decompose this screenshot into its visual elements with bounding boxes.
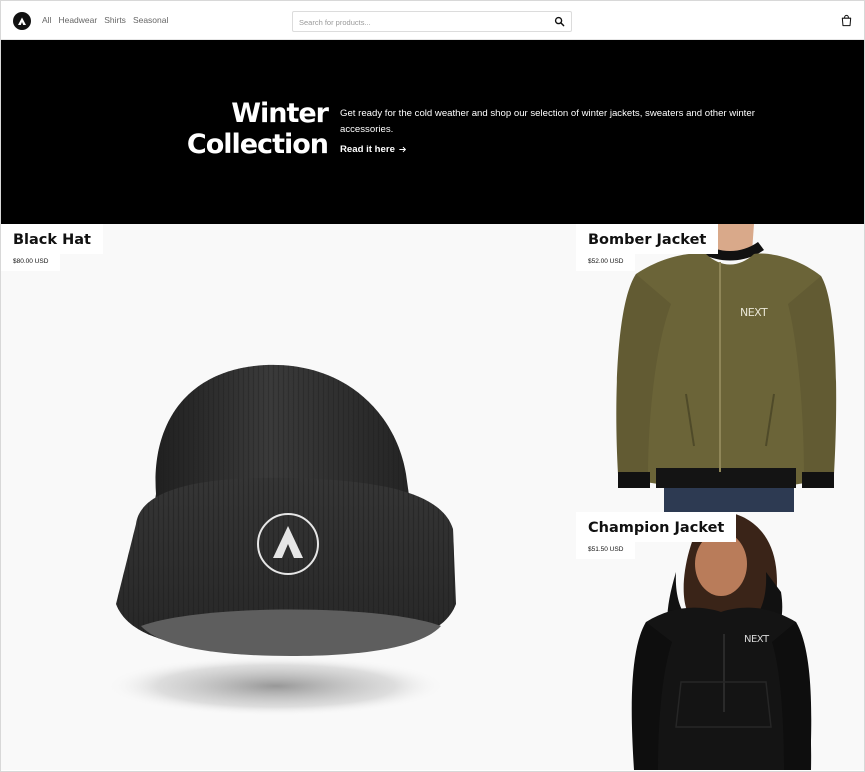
product-price: $52.00 USD bbox=[576, 254, 636, 271]
hero-description: Get ready for the cold weather and shop … bbox=[340, 108, 755, 135]
product-label-bomber-jacket: Bomber Jacket $52.00 USD bbox=[576, 224, 719, 271]
product-price: $80.00 USD bbox=[1, 254, 61, 271]
cart-icon[interactable] bbox=[840, 14, 853, 27]
hero-title-line1: Winter bbox=[231, 98, 329, 129]
search-icon[interactable] bbox=[554, 16, 565, 27]
svg-text:NEXT: NEXT bbox=[744, 634, 770, 645]
product-name: Black Hat bbox=[1, 224, 103, 254]
svg-text:NEXT: NEXT bbox=[740, 306, 768, 319]
product-price: $51.50 USD bbox=[576, 542, 636, 559]
nav-item-shirts[interactable]: Shirts bbox=[104, 15, 126, 25]
search-box bbox=[292, 11, 572, 32]
store-logo-icon[interactable] bbox=[13, 12, 31, 30]
product-card-bomber-jacket[interactable]: NEXT Bomber Jacket $52.00 USD bbox=[576, 224, 864, 512]
read-more-link[interactable]: Read it here bbox=[340, 144, 407, 155]
category-nav: All Headwear Shirts Seasonal bbox=[42, 15, 168, 25]
product-name: Champion Jacket bbox=[576, 512, 737, 542]
black-hat-image bbox=[106, 364, 456, 716]
nav-item-headwear[interactable]: Headwear bbox=[58, 15, 97, 25]
hero-title-line2: Collection bbox=[186, 129, 329, 160]
search-input[interactable] bbox=[299, 15, 539, 29]
product-name: Bomber Jacket bbox=[576, 224, 719, 254]
arrow-right-icon bbox=[399, 146, 407, 153]
product-label-black-hat: Black Hat $80.00 USD bbox=[1, 224, 103, 271]
nav-item-all[interactable]: All bbox=[42, 15, 51, 25]
product-card-champion-jacket[interactable]: NEXT Champion Jacket $51.50 USD bbox=[576, 512, 864, 770]
product-label-champion-jacket: Champion Jacket $51.50 USD bbox=[576, 512, 737, 559]
hero-banner: Winter Collection Get ready for the cold… bbox=[1, 40, 864, 224]
read-more-label: Read it here bbox=[340, 144, 395, 155]
site-header: All Headwear Shirts Seasonal bbox=[1, 3, 864, 40]
hero-title: Winter Collection bbox=[166, 98, 329, 160]
nav-item-seasonal[interactable]: Seasonal bbox=[133, 15, 168, 25]
product-card-black-hat[interactable]: Black Hat $80.00 USD bbox=[1, 224, 576, 770]
